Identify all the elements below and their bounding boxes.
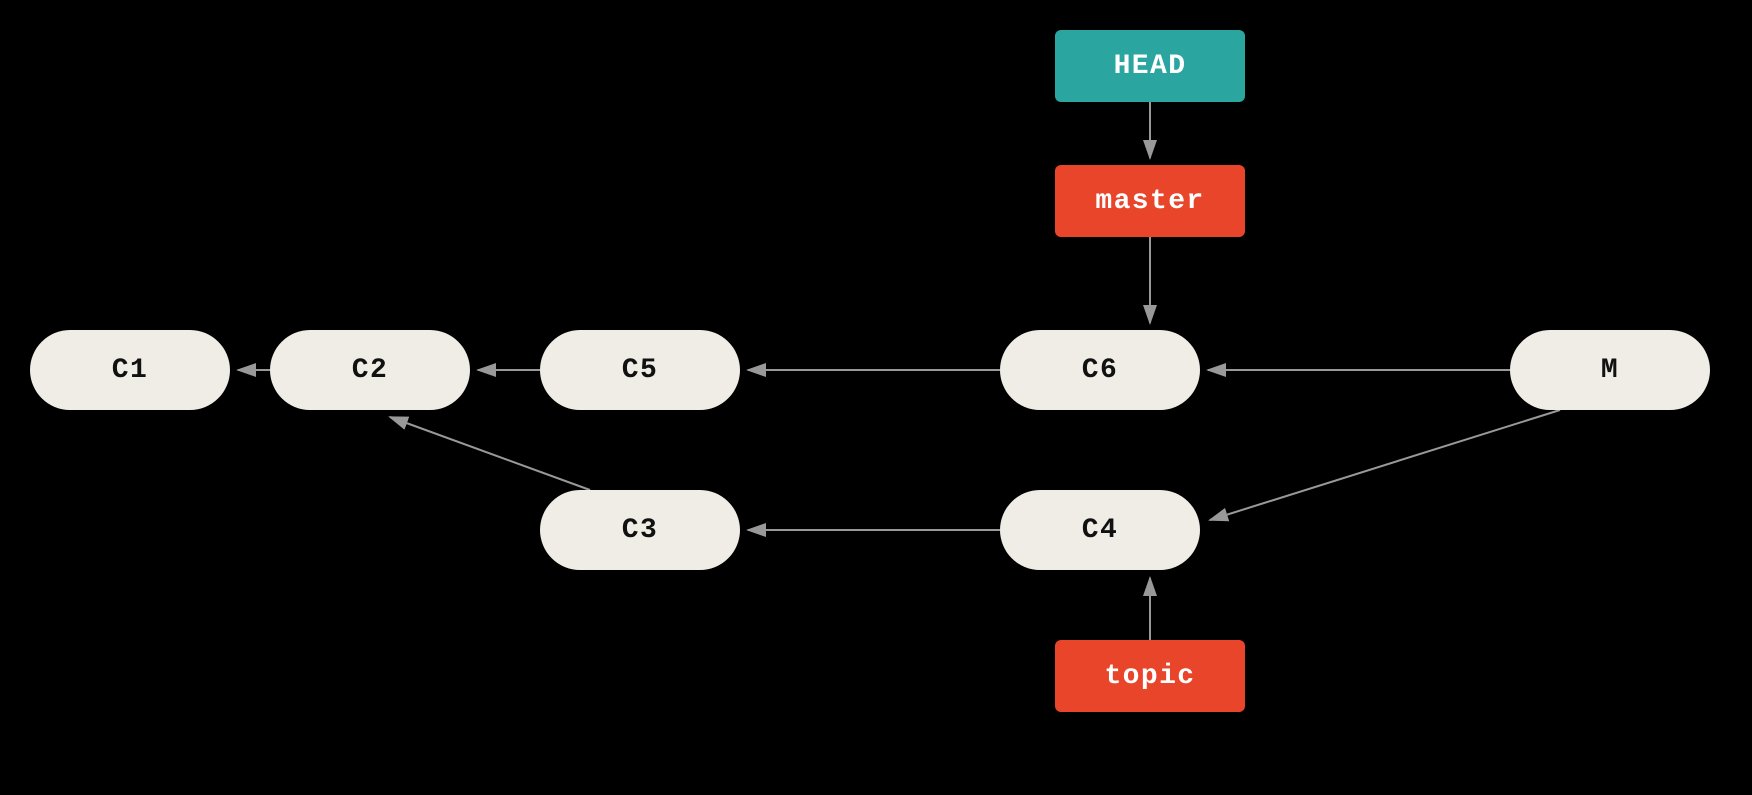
c1-node: C1 <box>30 330 230 410</box>
c6-label: C6 <box>1082 355 1118 386</box>
head-node: HEAD <box>1055 30 1245 102</box>
c5-node: C5 <box>540 330 740 410</box>
m-node: M <box>1510 330 1710 410</box>
head-label: HEAD <box>1114 51 1187 82</box>
c3-node: C3 <box>540 490 740 570</box>
c2-node: C2 <box>270 330 470 410</box>
c2-label: C2 <box>352 355 388 386</box>
m-label: M <box>1601 355 1619 386</box>
master-node: master <box>1055 165 1245 237</box>
git-graph-diagram: HEAD master C1 C2 C5 C6 M C3 C4 topic <box>0 0 1752 795</box>
c3-label: C3 <box>622 515 658 546</box>
topic-node: topic <box>1055 640 1245 712</box>
master-label: master <box>1095 186 1204 217</box>
c5-label: C5 <box>622 355 658 386</box>
arrows-layer <box>0 0 1752 795</box>
c1-label: C1 <box>112 355 148 386</box>
c4-label: C4 <box>1082 515 1118 546</box>
c4-node: C4 <box>1000 490 1200 570</box>
c6-node: C6 <box>1000 330 1200 410</box>
topic-label: topic <box>1104 661 1195 692</box>
